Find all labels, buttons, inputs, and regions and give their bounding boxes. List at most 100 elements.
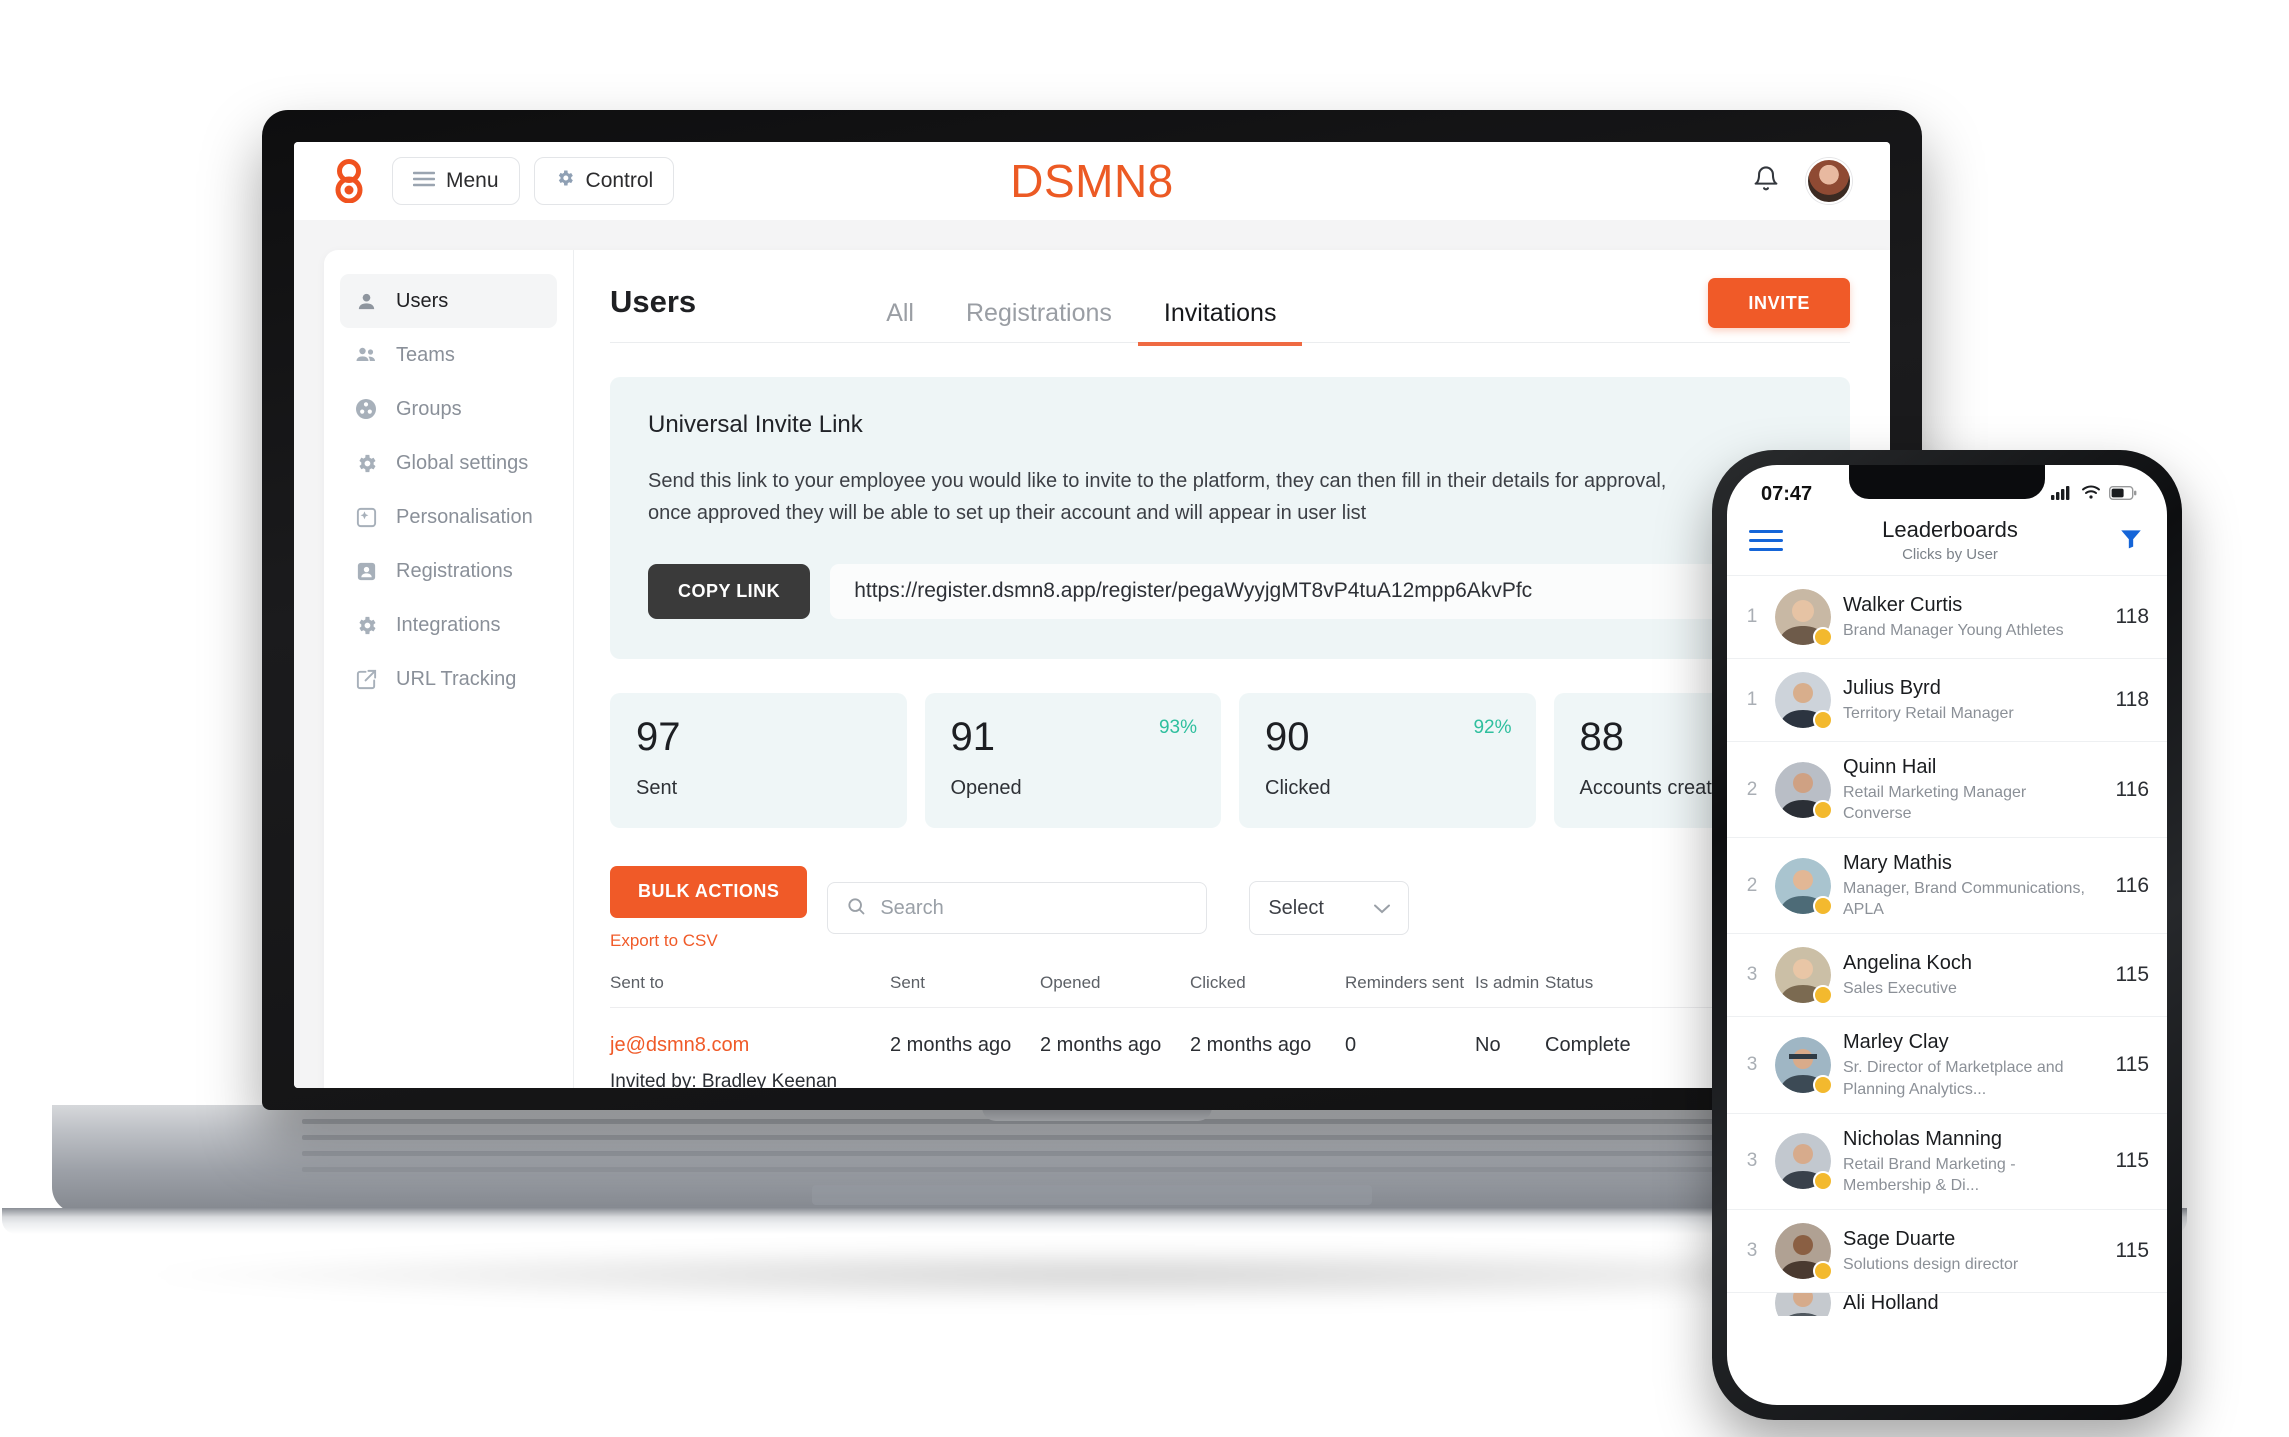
sidebar-item-registrations[interactable]: Registrations bbox=[340, 544, 557, 598]
chevron-down-icon bbox=[1374, 897, 1391, 920]
score: 115 bbox=[2115, 1149, 2149, 1173]
invitations-table: Sent to Sent Opened Clicked Reminders se… bbox=[610, 973, 1850, 1088]
gear-icon bbox=[354, 613, 378, 637]
hamburger-icon bbox=[412, 169, 436, 193]
stat-card-sent: 97 Sent bbox=[610, 692, 907, 828]
list-item[interactable]: 3 Sage Duarte Solutions design director … bbox=[1727, 1208, 2167, 1292]
leaderboard-title: Leaderboards bbox=[1882, 517, 2018, 542]
gear-icon bbox=[555, 168, 575, 194]
sidebar-item-personalisation[interactable]: Personalisation bbox=[340, 490, 557, 544]
tab-invitations[interactable]: Invitations bbox=[1137, 299, 1303, 346]
list-item[interactable]: 3 Nicholas Manning Retail Brand Marketin… bbox=[1727, 1112, 2167, 1209]
rank: 3 bbox=[1746, 964, 1758, 986]
user-name: Quinn Hail bbox=[1843, 756, 1937, 778]
row-clicked: 2 months ago bbox=[1190, 1033, 1312, 1056]
user-name: Marley Clay bbox=[1843, 1031, 1949, 1054]
external-link-icon bbox=[354, 667, 378, 691]
list-item[interactable]: 3 Marley Clay Sr. Director of Marketplac… bbox=[1727, 1016, 2167, 1112]
score: 118 bbox=[2115, 605, 2149, 628]
rank: 3 bbox=[1746, 1054, 1758, 1076]
laptop-device: Menu Control DSMN8 Users Teams Groups Gl… bbox=[2, 110, 2187, 1290]
laptop-screen: Menu Control DSMN8 Users Teams Groups Gl… bbox=[294, 142, 1890, 1088]
control-button[interactable]: Control bbox=[533, 157, 675, 205]
list-item[interactable]: 1 Walker Curtis Brand Manager Young Athl… bbox=[1727, 575, 2167, 658]
avatar bbox=[1775, 1037, 1833, 1096]
user-role: Manager, Brand Communications, APLA bbox=[1843, 880, 2085, 919]
select-label: Select bbox=[1268, 896, 1324, 919]
bell-icon[interactable] bbox=[1752, 164, 1780, 199]
list-item[interactable]: 3 Angelina Koch Sales Executive 115 bbox=[1727, 933, 2167, 1016]
rank: 2 bbox=[1746, 778, 1758, 800]
sidebar-item-integrations[interactable]: Integrations bbox=[340, 598, 557, 652]
stat-card-opened: 93% 91 Opened bbox=[924, 692, 1221, 828]
search-box[interactable] bbox=[827, 882, 1208, 935]
user-name: Mary Mathis bbox=[1843, 852, 1952, 875]
dsmn8-logo-icon[interactable] bbox=[332, 159, 366, 204]
stat-value: 97 bbox=[636, 714, 681, 759]
avatar bbox=[1775, 1133, 1833, 1192]
list-item[interactable]: Ali Holland bbox=[1727, 1291, 2167, 1316]
score: 115 bbox=[2115, 1053, 2149, 1077]
sidebar-item-groups[interactable]: Groups bbox=[340, 382, 557, 436]
list-item[interactable]: 2 Mary Mathis Manager, Brand Communicati… bbox=[1727, 837, 2167, 933]
sidebar-item-label: Integrations bbox=[396, 613, 501, 636]
table-row[interactable]: je@dsmn8.com Invited by: Bradley Keenan … bbox=[610, 1008, 1850, 1088]
column-header-is-admin: Is admin bbox=[1475, 972, 1540, 992]
status-time: 07:47 bbox=[1761, 482, 1813, 505]
user-name: Walker Curtis bbox=[1843, 593, 1963, 616]
stat-label: Opened bbox=[950, 776, 1022, 799]
badge-icon bbox=[1813, 895, 1833, 916]
select-dropdown[interactable]: Select bbox=[1249, 881, 1410, 936]
user-role: Brand Manager Young Athletes bbox=[1843, 621, 2064, 639]
sidebar-item-url-tracking[interactable]: URL Tracking bbox=[340, 652, 557, 706]
rank: 2 bbox=[1746, 874, 1758, 896]
table-toolbar: BULK ACTIONS Export to CSV Search Select bbox=[610, 865, 1850, 951]
user-name: Angelina Koch bbox=[1843, 952, 1972, 975]
stats-row: 97 Sent 93% 91 Opened 92% 90 Clicked 88 … bbox=[610, 692, 1850, 828]
invite-link-field[interactable]: https://register.dsmn8.app/register/pega… bbox=[830, 563, 1812, 619]
column-header-reminders-sent: Reminders sent bbox=[1345, 972, 1465, 992]
list-item[interactable]: 2 Quinn Hail Retail Marketing Manager Co… bbox=[1727, 741, 2167, 837]
row-sent: 2 months ago bbox=[890, 1033, 1012, 1056]
sidebar-item-global-settings[interactable]: Global settings bbox=[340, 436, 557, 490]
row-email[interactable]: je@dsmn8.com bbox=[610, 1034, 890, 1057]
hamburger-icon[interactable] bbox=[1749, 529, 1783, 551]
sidebar-item-label: Global settings bbox=[396, 451, 529, 474]
leaderboard-list: 1 Walker Curtis Brand Manager Young Athl… bbox=[1727, 575, 2167, 1316]
sidebar-item-label: Groups bbox=[396, 397, 462, 420]
leaderboard-header: Leaderboards Clicks by User bbox=[1727, 513, 2167, 575]
user-name: Ali Holland bbox=[1843, 1291, 1939, 1314]
score: 115 bbox=[2115, 963, 2149, 987]
avatar[interactable] bbox=[1806, 158, 1852, 204]
id-card-icon bbox=[354, 559, 378, 583]
invite-link-row: COPY LINK https://register.dsmn8.app/reg… bbox=[648, 563, 1812, 619]
appbar-right-cluster bbox=[1752, 158, 1852, 204]
user-role: Territory Retail Manager bbox=[1843, 704, 2014, 722]
filter-icon[interactable] bbox=[2117, 525, 2145, 556]
sidebar-item-users[interactable]: Users bbox=[340, 274, 557, 328]
leaderboard-subtitle: Clicks by User bbox=[1902, 546, 1998, 563]
badge-icon bbox=[1813, 799, 1833, 820]
search-input[interactable] bbox=[880, 896, 1189, 920]
list-item[interactable]: 1 Julius Byrd Territory Retail Manager 1… bbox=[1727, 658, 2167, 741]
avatar bbox=[1775, 589, 1833, 647]
sidebar-item-teams[interactable]: Teams bbox=[340, 328, 557, 382]
phone-notch bbox=[1849, 465, 2045, 499]
tab-registrations[interactable]: Registrations bbox=[940, 299, 1138, 346]
copy-link-button[interactable]: COPY LINK bbox=[648, 563, 811, 619]
row-is-admin: No bbox=[1475, 1033, 1501, 1056]
main-header: Users All Registrations Invitations INVI… bbox=[610, 278, 1850, 346]
export-to-csv-link[interactable]: Export to CSV bbox=[610, 931, 807, 951]
signal-icon bbox=[2051, 483, 2073, 506]
badge-icon bbox=[1813, 1171, 1833, 1192]
phone-frame: 07:47 Leaderboards Clicks by User 1 Walk… bbox=[1712, 450, 2182, 1420]
phone-screen: 07:47 Leaderboards Clicks by User 1 Walk… bbox=[1727, 465, 2167, 1405]
laptop-bezel: Menu Control DSMN8 Users Teams Groups Gl… bbox=[294, 142, 1890, 1088]
menu-button[interactable]: Menu bbox=[392, 157, 520, 205]
row-invited-by: Invited by: Bradley Keenan bbox=[610, 1070, 838, 1088]
tab-all[interactable]: All bbox=[860, 299, 940, 346]
invite-button[interactable]: INVITE bbox=[1708, 278, 1850, 328]
people-icon bbox=[354, 343, 378, 367]
bulk-actions-button[interactable]: BULK ACTIONS bbox=[610, 865, 808, 918]
sidebar-item-label: Users bbox=[396, 289, 449, 312]
